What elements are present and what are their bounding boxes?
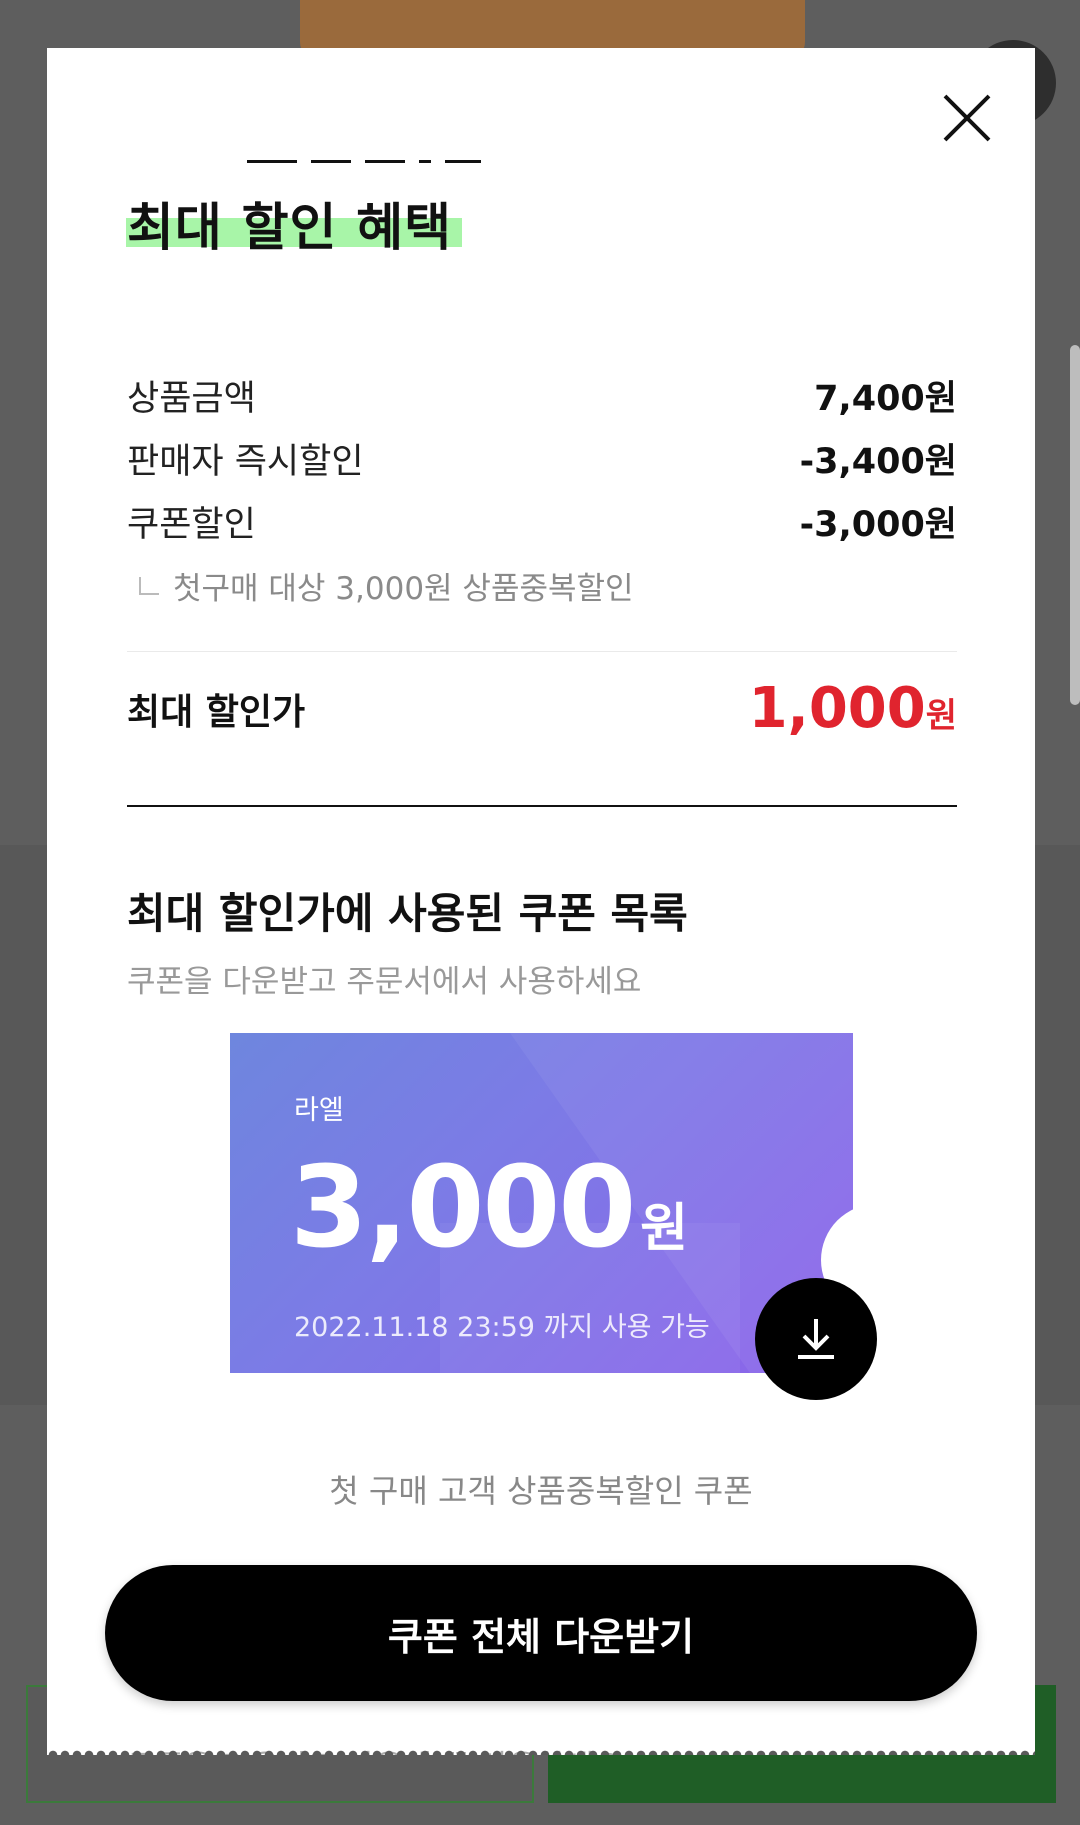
row-value: -3,400원 — [799, 442, 957, 482]
discount-benefit-modal: 최대 할인 혜택 상품금액 7,400원 판매자 즉시할인 -3,400원 쿠폰… — [47, 48, 1035, 1755]
divider-dark — [127, 805, 957, 807]
scrollbar — [1070, 345, 1080, 705]
modal-edge-decoration — [47, 1745, 1035, 1755]
divider — [127, 651, 957, 652]
row-label: 판매자 즉시할인 — [127, 442, 364, 482]
coupon-amount: 3,000 원 — [290, 1143, 688, 1273]
sub-note-text: 첫구매 대상 3,000원 상품중복할인 — [173, 571, 634, 607]
coupon-amount-unit: 원 — [640, 1199, 689, 1259]
coupon-list-subtitle: 쿠폰을 다운받고 주문서에서 사용하세요 — [127, 964, 642, 1000]
download-icon — [798, 1319, 834, 1359]
coupon-sub-note: 첫구매 대상 3,000원 상품중복할인 — [139, 563, 634, 608]
section-title: 최대 할인 혜택 — [127, 199, 453, 258]
price-row-coupon-discount: 쿠폰할인 -3,000원 — [127, 496, 957, 547]
row-value: -3,000원 — [799, 505, 957, 545]
coupon-list-title: 최대 할인가에 사용된 쿠폰 목록 — [127, 889, 688, 938]
coupon-amount-value: 3,000 — [290, 1143, 636, 1273]
row-label: 상품금액 — [127, 379, 256, 419]
max-price-unit: 원 — [925, 696, 957, 736]
close-icon — [943, 94, 991, 142]
row-label: 쿠폰할인 — [127, 505, 256, 545]
max-price-label: 최대 할인가 — [127, 691, 306, 733]
close-button[interactable] — [927, 78, 1007, 158]
price-row-seller-discount: 판매자 즉시할인 -3,400원 — [127, 433, 957, 484]
download-all-coupons-button[interactable]: 쿠폰 전체 다운받기 — [105, 1565, 977, 1701]
price-row-product: 상품금액 7,400원 — [127, 370, 957, 421]
tree-corner-icon — [139, 577, 159, 595]
coupon-expiry: 2022.11.18 23:59 까지 사용 가능 — [294, 1312, 710, 1343]
coupon-brand: 라엘 — [294, 1095, 344, 1126]
clipped-text-remnant — [247, 160, 547, 166]
max-price-value: 1,000 — [748, 676, 926, 741]
coupon-download-button[interactable] — [755, 1278, 877, 1400]
max-price-row: 최대 할인가 1,000원 — [127, 676, 957, 741]
row-value: 7,400원 — [814, 379, 957, 419]
coupon-caption: 첫 구매 고객 상품중복할인 쿠폰 — [329, 1472, 753, 1510]
max-price: 1,000원 — [749, 676, 957, 741]
